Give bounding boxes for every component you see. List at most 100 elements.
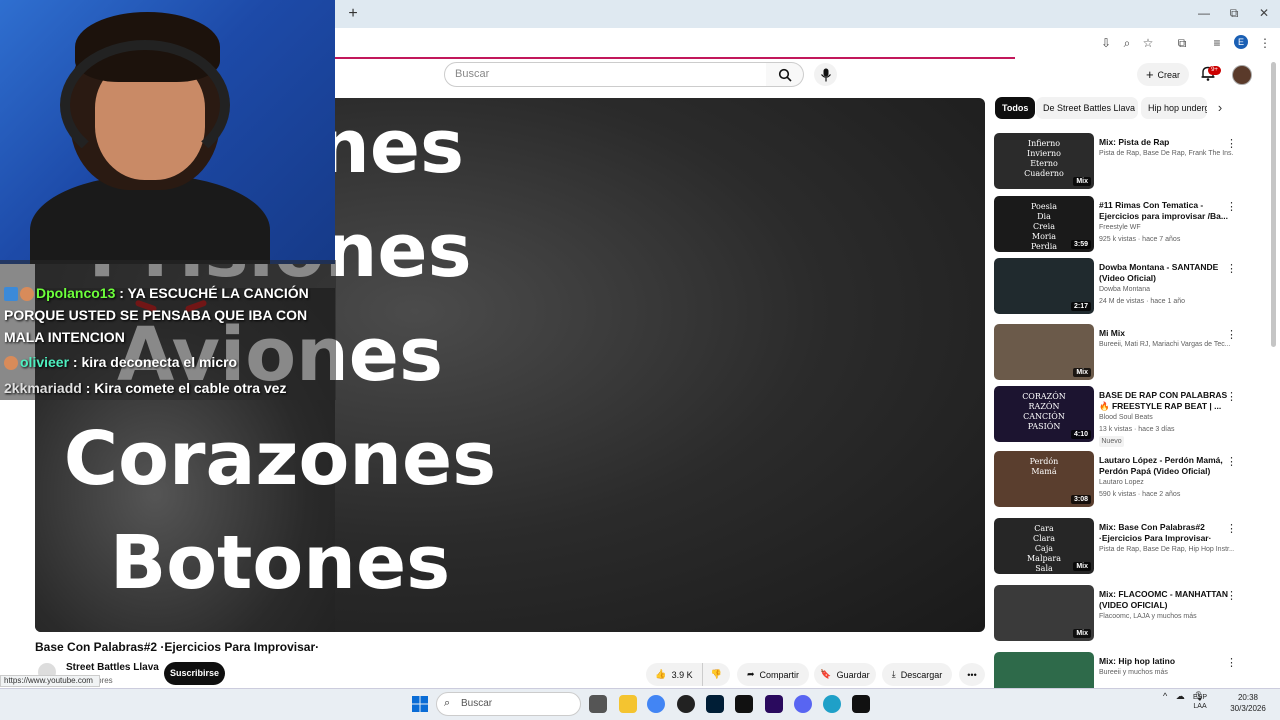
task-view-icon[interactable] xyxy=(589,695,607,713)
more-vert-icon[interactable]: ⋮ xyxy=(1226,455,1237,468)
recommendation-thumbnail[interactable]: Perdón Mamá 3:08 xyxy=(994,451,1094,507)
more-vert-icon[interactable]: ⋮ xyxy=(1226,390,1237,403)
recommendation-item[interactable]: CORAZÓN RAZÓN CANCIÓN PASIÓN 4:10 BASE DE … xyxy=(994,386,1239,447)
thumbs-down-icon: 👎 xyxy=(710,669,723,679)
like-count: 3.9 K xyxy=(671,669,693,680)
extensions-icon[interactable]: ⧉ xyxy=(1173,34,1191,52)
recommendation-thumbnail[interactable]: Infierno Invierno Eterno Cuaderno Mix xyxy=(994,133,1094,189)
minimize-button[interactable]: — xyxy=(1194,4,1214,22)
create-button[interactable]: + Crear xyxy=(1137,63,1189,86)
recommendation-item[interactable]: Mix Mix: FLACOOMC - MANHATTAN (VIDEO OFIC… xyxy=(994,585,1239,645)
recommendation-title[interactable]: Dowba Montana - SANTANDE (Video Oficial) xyxy=(1099,262,1231,284)
recommendation-thumbnail[interactable]: Mix xyxy=(994,585,1094,641)
thumbnail-text: Perdón Mamá xyxy=(1029,457,1059,476)
save-button[interactable]: 🔖 Guardar xyxy=(814,663,876,686)
recommendation-title[interactable]: #11 Rimas Con Tematica -Ejercicios para … xyxy=(1099,200,1231,222)
menu-icon[interactable]: ⋮ xyxy=(1256,34,1274,52)
discord-icon[interactable] xyxy=(794,695,812,713)
capcut-icon[interactable] xyxy=(735,695,753,713)
search-button[interactable] xyxy=(766,62,804,87)
mix-badge: Mix xyxy=(1073,368,1091,377)
recommendation-title[interactable]: Mix: Pista de Rap xyxy=(1099,137,1231,148)
mix-badge: Mix xyxy=(1073,177,1091,186)
close-window-button[interactable]: ✕ xyxy=(1254,4,1274,22)
chat-text: : Kira comete el cable otra vez xyxy=(85,380,287,396)
chip-channel[interactable]: De Street Battles Llava xyxy=(1036,97,1138,119)
more-vert-icon[interactable]: ⋮ xyxy=(1226,137,1237,150)
recommendation-thumbnail[interactable]: Cara Clara Caja Malpara Sala Mix xyxy=(994,518,1094,574)
recommendation-title[interactable]: Mix: Hip hop latino xyxy=(1099,656,1231,667)
recommendation-channel: Flacoomc, LAJA y muchos más xyxy=(1099,613,1197,620)
recommendation-item[interactable]: 2:17 Dowba Montana - SANTANDE (Video Ofic… xyxy=(994,258,1239,318)
tray-layout: LAA xyxy=(1193,703,1207,710)
new-tab-button[interactable]: + xyxy=(343,5,363,23)
duration-badge: 4:10 xyxy=(1070,430,1091,439)
mix-badge: Mix xyxy=(1073,562,1091,571)
taskbar-search[interactable]: Buscar xyxy=(436,692,581,716)
recommendation-channel: Blood Soul Beats xyxy=(1099,414,1153,421)
search-input[interactable]: Buscar xyxy=(444,62,767,87)
more-vert-icon[interactable]: ⋮ xyxy=(1226,656,1237,669)
more-actions-button[interactable]: ••• xyxy=(959,663,985,686)
obs-icon[interactable] xyxy=(677,695,695,713)
star-icon[interactable]: ☆ xyxy=(1139,34,1157,52)
install-icon[interactable]: ⇩ xyxy=(1097,34,1115,52)
recommendation-title[interactable]: Mi Mix xyxy=(1099,328,1231,339)
recommendation-item[interactable]: Poesia Dia Creia Moria Perdia 3:59 #11 Rim… xyxy=(994,196,1239,256)
subscribe-button[interactable]: Suscribirse xyxy=(164,662,225,685)
more-vert-icon[interactable]: ⋮ xyxy=(1226,262,1237,275)
chat-username: 2kkmariadd xyxy=(4,380,82,396)
account-avatar[interactable] xyxy=(1232,65,1252,85)
download-label: Descargar xyxy=(900,669,943,680)
edge-icon[interactable] xyxy=(823,695,841,713)
dislike-button[interactable]: 👎 xyxy=(702,663,730,686)
save-label: Guardar xyxy=(836,669,870,680)
download-button[interactable]: ⤓ Descargar xyxy=(882,663,952,686)
recommendation-thumbnail[interactable]: CORAZÓN RAZÓN CANCIÓN PASIÓN 4:10 xyxy=(994,386,1094,442)
recommendation-item[interactable]: Cara Clara Caja Malpara Sala Mix Mix: Base… xyxy=(994,518,1239,578)
status-url: https://www.youtube.com xyxy=(0,675,100,687)
chat-username: olivieer xyxy=(20,354,70,370)
restore-button[interactable]: ⧉ xyxy=(1224,4,1244,22)
chat-message: 2kkmariadd : Kira comete el cable otra v… xyxy=(4,377,334,399)
media-icon[interactable]: ≡ xyxy=(1208,34,1226,52)
recommendation-item[interactable]: Perdón Mamá 3:08 Lautaro López - Perdón Ma… xyxy=(994,451,1239,511)
chrome-icon[interactable] xyxy=(647,695,665,713)
recommendation-title[interactable]: Mix: FLACOOMC - MANHATTAN (VIDEO OFICIAL… xyxy=(1099,589,1231,611)
recommendation-thumbnail[interactable]: Poesia Dia Creia Moria Perdia 3:59 xyxy=(994,196,1094,252)
clock[interactable]: 20:38 30/3/2026 xyxy=(1228,692,1268,714)
profile-icon[interactable]: E xyxy=(1234,35,1248,49)
more-vert-icon[interactable]: ⋮ xyxy=(1226,328,1237,341)
channel-name[interactable]: Street Battles Llava xyxy=(66,662,159,673)
recommendation-stats: 925 k vistas · hace 7 años xyxy=(1099,236,1181,243)
chip-hiphop[interactable]: Hip hop undergr xyxy=(1141,97,1207,119)
language-indicator[interactable]: ESP LAA xyxy=(1193,693,1207,711)
recommendation-channel: Freestyle WF xyxy=(1099,224,1141,231)
voice-search-button[interactable] xyxy=(814,63,837,86)
recommendation-title[interactable]: Lautaro López - Perdón Mamá, Perdón Papá… xyxy=(1099,455,1231,477)
premiere-icon[interactable] xyxy=(765,695,783,713)
thumbnail-text: Infierno Invierno Eterno Cuaderno xyxy=(1024,139,1064,178)
recommendation-thumbnail[interactable]: Mix xyxy=(994,324,1094,380)
recommendation-channel: Bureeii, Mati RJ, Mariachi Vargas de Tec… xyxy=(1099,341,1231,348)
photoshop-icon[interactable] xyxy=(706,695,724,713)
file-explorer-icon[interactable] xyxy=(619,695,637,713)
more-vert-icon[interactable]: ⋮ xyxy=(1226,200,1237,213)
recommendation-channel: Lautaro Lopez xyxy=(1099,479,1144,486)
zoom-icon[interactable]: ⌕ xyxy=(1118,34,1136,52)
like-button[interactable]: 👍 3.9 K xyxy=(646,663,702,686)
capcut-icon-2[interactable] xyxy=(852,695,870,713)
share-button[interactable]: ➦ Compartir xyxy=(737,663,809,686)
chip-all[interactable]: Todos xyxy=(995,97,1036,119)
recommendation-title[interactable]: BASE DE RAP CON PALABRAS 🔥 FREESTYLE RAP… xyxy=(1099,390,1231,412)
recommendation-thumbnail[interactable]: 2:17 xyxy=(994,258,1094,314)
recommendation-item[interactable]: Infierno Invierno Eterno Cuaderno Mix Mix:… xyxy=(994,133,1239,193)
recommendation-title[interactable]: Mix: Base Con Palabras#2 ·Ejercicios Par… xyxy=(1099,522,1231,544)
more-vert-icon[interactable]: ⋮ xyxy=(1226,589,1237,602)
chevron-right-icon[interactable]: › xyxy=(1213,101,1227,115)
recommendation-item[interactable]: Mix Mi Mix Bureeii, Mati RJ, Mariachi Varg… xyxy=(994,324,1239,384)
scrollbar[interactable] xyxy=(1271,62,1276,347)
windows-start-icon[interactable] xyxy=(411,695,429,713)
subscriber-badge-icon xyxy=(4,287,18,302)
more-vert-icon[interactable]: ⋮ xyxy=(1226,522,1237,535)
